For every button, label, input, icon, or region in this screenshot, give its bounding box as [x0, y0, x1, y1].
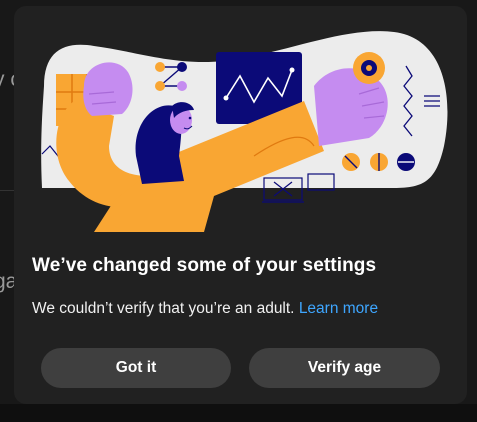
verify-age-button[interactable]: Verify age: [249, 348, 440, 388]
settings-changed-dialog: We’ve changed some of your settings We c…: [14, 6, 467, 404]
dialog-message: We couldn’t verify that you’re an adult.…: [32, 300, 378, 318]
status-circles-shape: [342, 153, 415, 171]
adult-verification-illustration: [41, 31, 448, 232]
learn-more-link[interactable]: Learn more: [299, 300, 378, 317]
dialog-title: We’ve changed some of your settings: [32, 255, 377, 276]
dialog-body-text: We couldn’t verify that you’re an adult.: [32, 300, 295, 317]
got-it-button[interactable]: Got it: [41, 348, 231, 388]
target-disc-shape: [353, 52, 385, 84]
background-footer: [0, 404, 477, 422]
left-hand-shape: [83, 62, 133, 116]
